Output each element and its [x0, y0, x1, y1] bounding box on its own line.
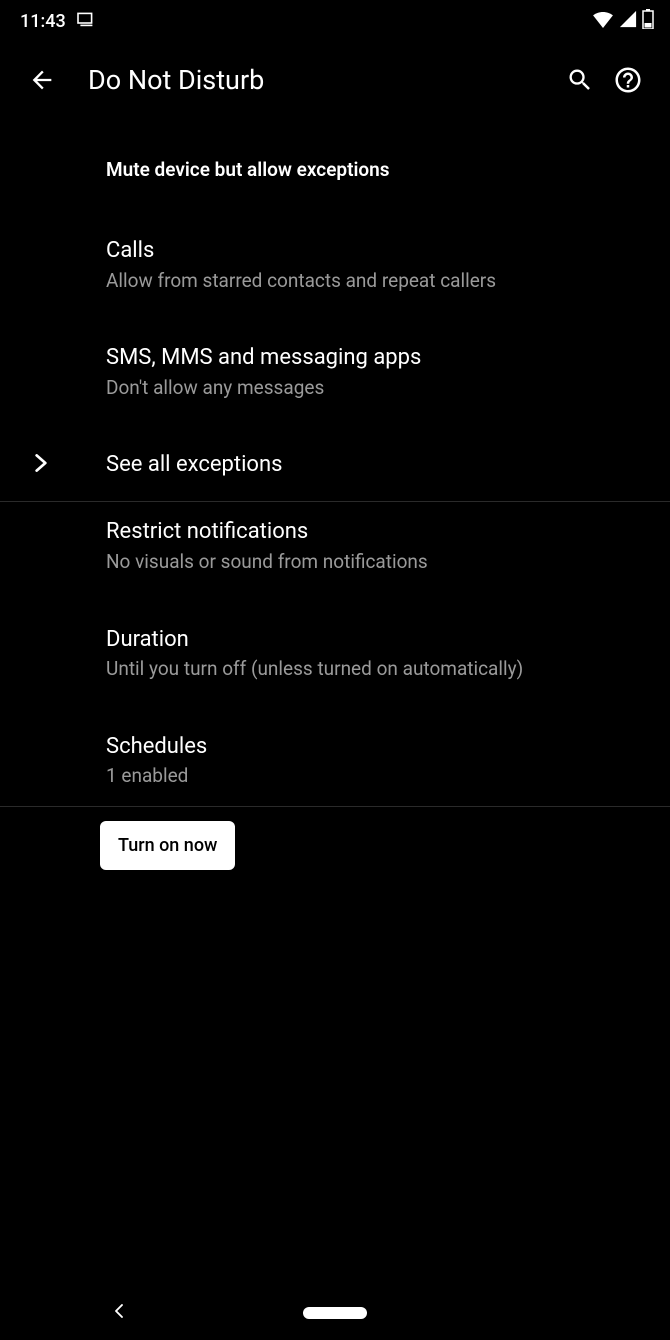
chevron-right-icon	[28, 450, 54, 480]
search-icon	[566, 66, 594, 94]
setting-title: Duration	[106, 626, 650, 655]
section-header: Mute device but allow exceptions	[0, 158, 670, 181]
page-title: Do Not Disturb	[88, 64, 556, 96]
help-button[interactable]	[604, 56, 652, 104]
search-button[interactable]	[556, 56, 604, 104]
setting-subtitle: 1 enabled	[106, 763, 650, 790]
arrow-back-icon	[28, 66, 56, 94]
chevron-left-icon	[110, 1302, 128, 1320]
back-button[interactable]	[18, 56, 66, 104]
setting-duration[interactable]: Duration Until you turn off (unless turn…	[0, 610, 670, 699]
setting-messages[interactable]: SMS, MMS and messaging apps Don't allow …	[0, 328, 670, 417]
turn-on-now-button[interactable]: Turn on now	[100, 821, 235, 870]
setting-title: SMS, MMS and messaging apps	[106, 344, 650, 373]
setting-subtitle: Don't allow any messages	[106, 375, 650, 402]
signal-icon	[619, 10, 637, 33]
setting-see-all-exceptions[interactable]: See all exceptions	[0, 429, 670, 501]
nav-back-button[interactable]	[110, 1302, 128, 1324]
notification-icon	[76, 11, 96, 32]
help-icon	[613, 65, 643, 95]
setting-restrict-notifications[interactable]: Restrict notifications No visuals or sou…	[0, 502, 670, 591]
status-time: 11:43	[20, 11, 66, 32]
app-bar: Do Not Disturb	[0, 42, 670, 118]
setting-title: See all exceptions	[106, 451, 650, 480]
setting-title: Schedules	[106, 733, 650, 762]
action-row: Turn on now	[0, 807, 670, 884]
setting-subtitle: Until you turn off (unless turned on aut…	[106, 656, 650, 683]
settings-content: Mute device but allow exceptions Calls A…	[0, 118, 670, 884]
nav-home-pill[interactable]	[303, 1307, 367, 1319]
setting-calls[interactable]: Calls Allow from starred contacts and re…	[0, 221, 670, 310]
setting-title: Restrict notifications	[106, 518, 650, 547]
setting-subtitle: Allow from starred contacts and repeat c…	[106, 268, 650, 295]
wifi-icon	[592, 10, 614, 33]
status-bar: 11:43	[0, 0, 670, 42]
setting-subtitle: No visuals or sound from notifications	[106, 549, 650, 576]
setting-schedules[interactable]: Schedules 1 enabled	[0, 717, 670, 806]
battery-icon	[642, 9, 654, 34]
setting-title: Calls	[106, 237, 650, 266]
navigation-bar	[0, 1286, 670, 1340]
